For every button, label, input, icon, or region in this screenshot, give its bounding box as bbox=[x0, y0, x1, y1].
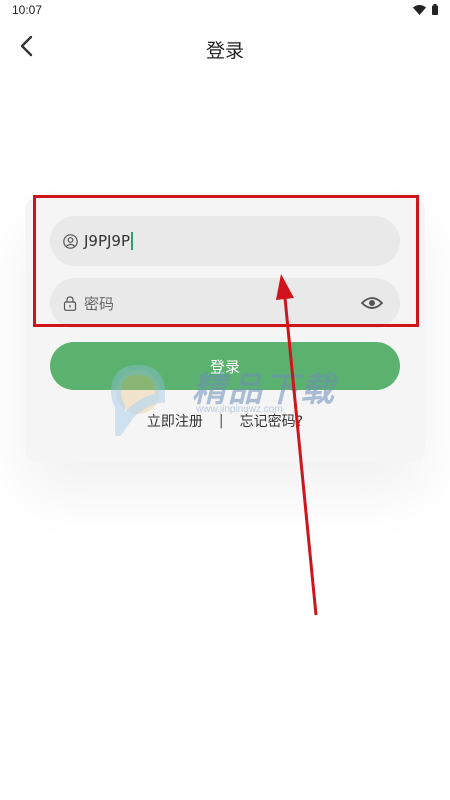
forgot-password-link[interactable]: 忘记密码? bbox=[240, 411, 303, 431]
page-title: 登录 bbox=[205, 40, 244, 62]
nav-bar: 登录 bbox=[0, 28, 450, 68]
battery-icon bbox=[432, 4, 438, 15]
link-divider: | bbox=[218, 413, 224, 429]
login-button[interactable]: 登录 bbox=[50, 342, 400, 390]
login-button-label: 登录 bbox=[209, 357, 240, 376]
links-row: 立即注册 | 忘记密码? bbox=[0, 411, 450, 431]
status-bar: 10:07 bbox=[0, 0, 450, 20]
wifi-icon bbox=[413, 4, 426, 15]
status-time: 10:07 bbox=[12, 3, 43, 17]
register-link[interactable]: 立即注册 bbox=[147, 411, 203, 431]
status-icons bbox=[413, 4, 438, 15]
highlight-box bbox=[33, 195, 419, 327]
